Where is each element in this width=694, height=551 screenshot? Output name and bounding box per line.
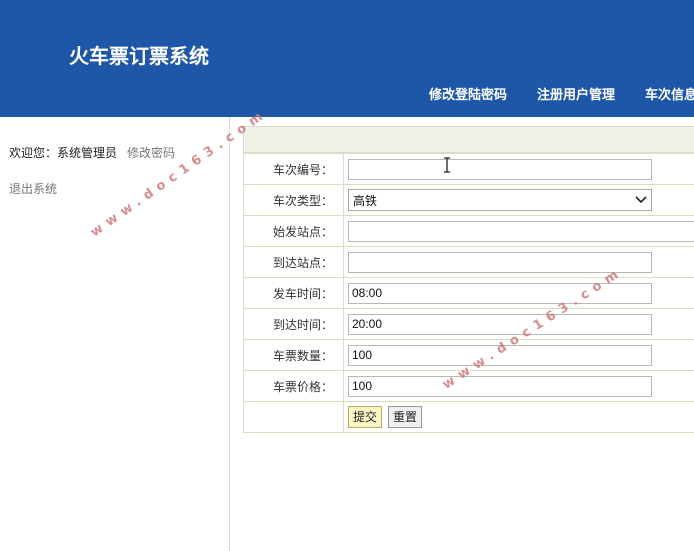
chevron-down-icon <box>635 196 647 204</box>
train-type-select[interactable]: 高铁 <box>348 189 652 211</box>
change-password-link[interactable]: 修改密码 <box>127 146 175 160</box>
form-row-train-type: 车次类型： 高铁 <box>243 184 694 216</box>
ticket-quantity-input[interactable] <box>348 344 652 366</box>
ticket-price-label: 车票价格： <box>243 370 344 402</box>
departure-time-input[interactable] <box>348 282 652 304</box>
top-nav: 修改登陆密码 注册用户管理 车次信息 <box>0 84 694 104</box>
user-role: 系统管理员 <box>57 146 118 160</box>
departure-station-input[interactable] <box>348 220 694 242</box>
nav-user-management[interactable]: 注册用户管理 <box>537 84 615 103</box>
ticket-price-input[interactable] <box>348 375 652 397</box>
form-row-train-number: 车次编号： <box>243 153 694 185</box>
form-row-departure-time: 发车时间： <box>243 277 694 309</box>
logout-link[interactable]: 退出系统 <box>9 180 57 197</box>
train-form: 车次编号： 车次类型： 高铁 始发站点： 到达站点： 发车时间： 到达时间： <box>243 126 694 441</box>
form-row-departure-station: 始发站点： <box>243 215 694 247</box>
nav-change-login-password[interactable]: 修改登陆密码 <box>429 84 507 103</box>
train-number-label: 车次编号： <box>243 153 344 185</box>
arrival-time-label: 到达时间： <box>243 308 344 340</box>
arrival-station-input[interactable] <box>348 251 652 273</box>
app-title: 火车票订票系统 <box>69 44 209 68</box>
welcome-prefix: 欢迎您： <box>9 146 58 160</box>
form-row-arrival-station: 到达站点： <box>243 246 694 278</box>
arrival-station-label: 到达站点： <box>243 246 344 278</box>
form-table: 车次编号： 车次类型： 高铁 始发站点： 到达站点： 发车时间： 到达时间： <box>243 153 694 433</box>
ticket-quantity-label: 车票数量： <box>243 339 344 371</box>
sidebar: 欢迎您：系统管理员 修改密码 退出系统 <box>0 117 230 551</box>
nav-train-info[interactable]: 车次信息 <box>645 84 694 103</box>
reset-button[interactable]: 重置 <box>388 406 423 428</box>
arrival-time-input[interactable] <box>348 313 652 335</box>
form-row-ticket-price: 车票价格： <box>243 370 694 402</box>
train-type-selected: 高铁 <box>353 193 378 208</box>
departure-time-label: 发车时间： <box>243 277 344 309</box>
submit-button[interactable]: 提交 <box>348 406 383 428</box>
form-header-bar <box>243 126 694 153</box>
welcome-line: 欢迎您：系统管理员 修改密码 <box>9 144 175 161</box>
departure-station-label: 始发站点： <box>243 215 344 247</box>
form-row-arrival-time: 到达时间： <box>243 308 694 340</box>
train-number-input[interactable] <box>348 158 652 180</box>
train-type-label: 车次类型： <box>243 184 344 216</box>
text-cursor-icon <box>444 157 450 173</box>
form-row-actions: 提交 重置 <box>243 401 694 433</box>
app-header: 火车票订票系统 修改登陆密码 注册用户管理 车次信息 <box>0 0 694 117</box>
form-row-ticket-quantity: 车票数量： <box>243 339 694 371</box>
